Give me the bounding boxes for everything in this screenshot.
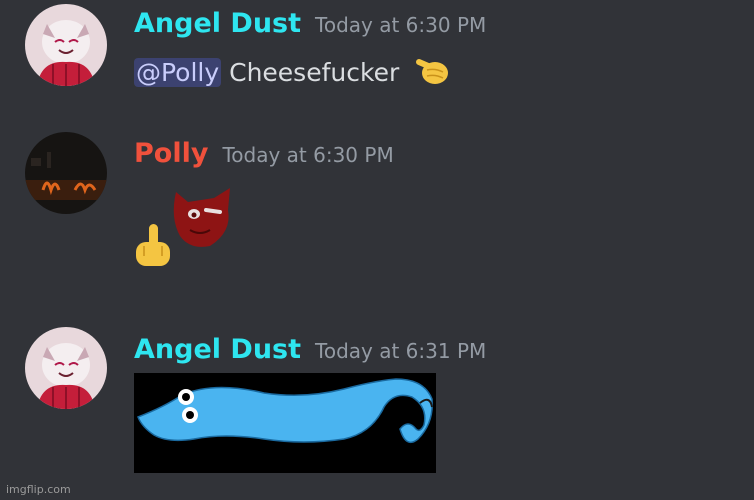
image-attachment[interactable] bbox=[134, 373, 436, 473]
avatar-polly[interactable] bbox=[25, 132, 107, 214]
message-content bbox=[134, 184, 238, 268]
message-header: Angel Dust Today at 6:31 PM bbox=[134, 334, 486, 365]
timestamp: Today at 6:31 PM bbox=[315, 339, 487, 363]
pointing-hand-icon bbox=[413, 54, 453, 94]
username[interactable]: Angel Dust bbox=[134, 8, 301, 39]
message-header: Polly Today at 6:30 PM bbox=[134, 138, 394, 169]
user-mention[interactable]: @Polly bbox=[134, 58, 222, 87]
cat-sticker-icon bbox=[170, 184, 236, 256]
watermark: imgflip.com bbox=[6, 483, 71, 496]
middle-finger-icon bbox=[134, 224, 174, 272]
message-content: @Polly Cheesefucker bbox=[134, 54, 453, 94]
avatar-angel-dust[interactable] bbox=[25, 4, 107, 86]
message-header: Angel Dust Today at 6:30 PM bbox=[134, 8, 486, 39]
avatar-angel-dust[interactable] bbox=[25, 327, 107, 409]
username[interactable]: Angel Dust bbox=[134, 334, 301, 365]
timestamp: Today at 6:30 PM bbox=[315, 13, 487, 37]
message-text: Cheesefucker bbox=[221, 58, 400, 87]
timestamp: Today at 6:30 PM bbox=[222, 143, 394, 167]
blue-worm-image bbox=[137, 378, 433, 444]
username[interactable]: Polly bbox=[134, 138, 208, 169]
